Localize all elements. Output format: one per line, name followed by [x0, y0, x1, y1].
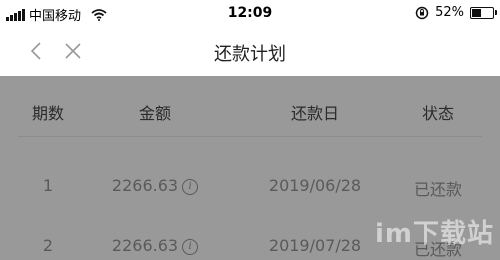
- status-right: 52%: [415, 5, 497, 20]
- date-cell: 2019/06/28: [268, 176, 362, 195]
- status-bar: 中国移动 12:09 52%: [0, 0, 500, 28]
- period-cell: 1: [42, 176, 54, 195]
- battery-percent: 52%: [435, 5, 464, 20]
- amount-cell: 2266.63 i: [100, 236, 210, 255]
- amount-value: 2266.63: [111, 176, 179, 195]
- nav-bar: 还款计划: [0, 28, 500, 76]
- table-row[interactable]: 1 2266.63 i 2019/06/28 已还款: [0, 176, 500, 200]
- column-header-period: 期数: [31, 104, 64, 123]
- table-header: 期数 金额 还款日 状态: [0, 100, 500, 124]
- date-cell: 2019/07/28: [268, 236, 362, 255]
- header-divider: [18, 136, 482, 137]
- amount-cell: 2266.63 i: [100, 176, 210, 195]
- watermark-logo: im下载站: [374, 219, 494, 249]
- battery-icon: [470, 6, 497, 19]
- period-cell: 2: [42, 236, 54, 255]
- column-header-status: 状态: [421, 104, 454, 123]
- info-icon[interactable]: i: [182, 238, 199, 255]
- column-header-date: 还款日: [290, 104, 339, 123]
- orientation-lock-icon: [415, 6, 429, 19]
- info-icon[interactable]: i: [182, 178, 199, 195]
- amount-value: 2266.63: [111, 236, 179, 255]
- column-header-amount: 金额: [138, 104, 171, 123]
- page-title: 还款计划: [214, 44, 286, 65]
- battery-level: [472, 8, 482, 17]
- status-cell: 已还款: [413, 180, 462, 199]
